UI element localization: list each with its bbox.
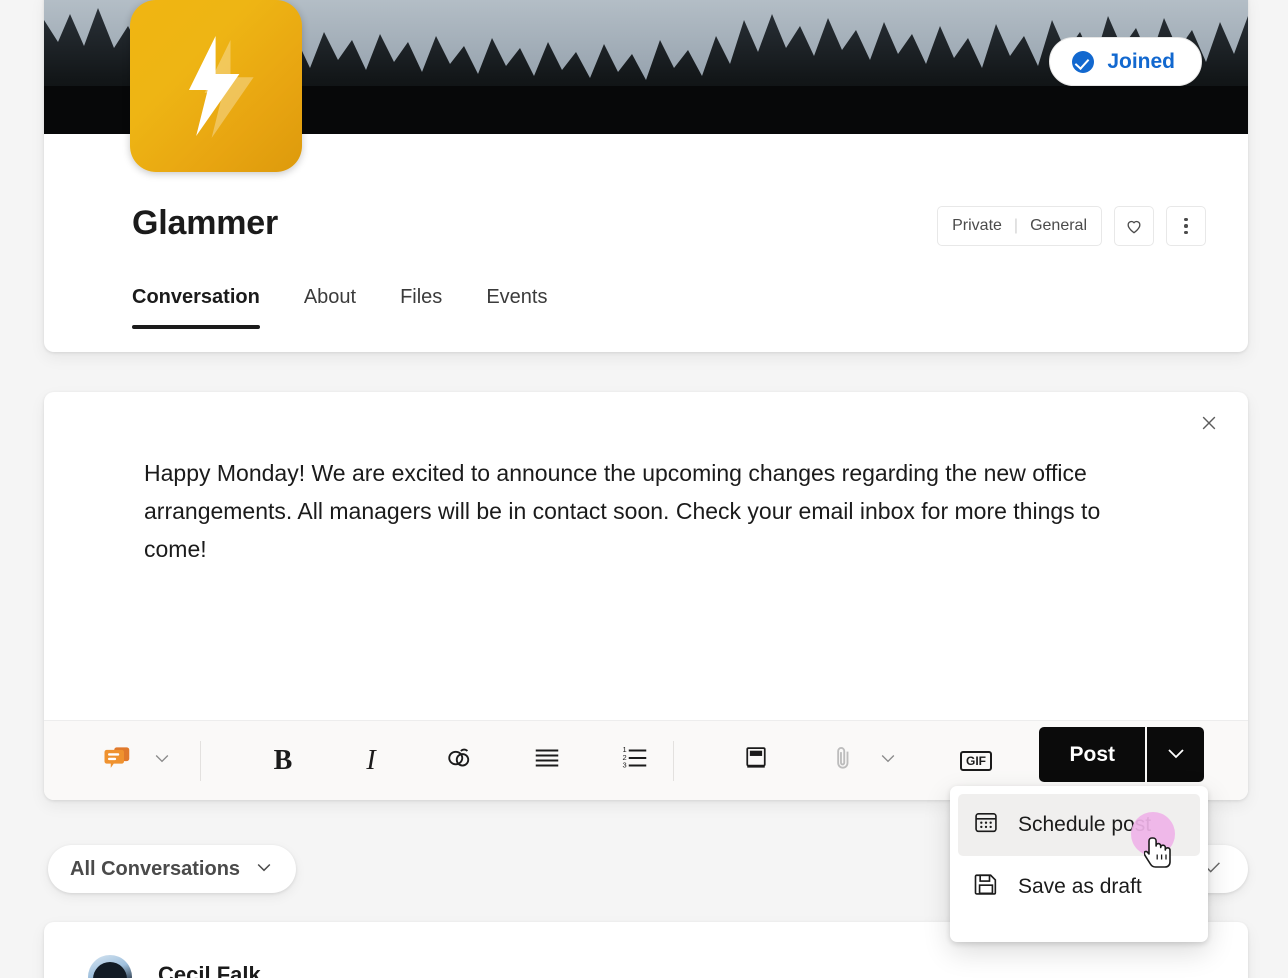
menu-item-label: Schedule post	[1018, 813, 1152, 836]
post-button[interactable]: Post	[1039, 727, 1145, 782]
compose-message-input[interactable]: Happy Monday! We are excited to announce…	[144, 454, 1168, 568]
bulleted-list-button[interactable]	[525, 739, 569, 783]
bold-button[interactable]: B	[261, 739, 305, 783]
gif-button[interactable]: GIF	[954, 739, 998, 783]
article-button[interactable]	[734, 739, 778, 783]
article-icon	[742, 744, 770, 777]
heart-icon	[1124, 216, 1144, 236]
group-avatar	[130, 0, 302, 172]
italic-button[interactable]: I	[349, 739, 393, 783]
toolbar-divider-2	[673, 740, 674, 781]
svg-text:3: 3	[623, 761, 627, 770]
gif-icon: GIF	[960, 750, 992, 771]
post-author-name: Cecil Falk	[158, 962, 261, 978]
link-icon	[444, 743, 474, 778]
bold-icon: B	[273, 744, 293, 776]
chevron-down-icon	[1164, 741, 1188, 768]
close-compose-button[interactable]	[1192, 408, 1226, 442]
post-button-group: Post	[1039, 727, 1204, 782]
announcement-icon-button[interactable]	[96, 739, 140, 783]
pill-separator: |	[1013, 217, 1019, 234]
check-circle-icon	[1072, 50, 1095, 73]
link-button[interactable]	[437, 739, 481, 783]
joined-label: Joined	[1107, 49, 1175, 73]
group-header-card: Joined Glammer Private | General Convers…	[44, 0, 1248, 352]
announcement-dropdown-button[interactable]	[140, 739, 184, 783]
announcement-icon	[103, 743, 133, 778]
calendar-icon	[972, 808, 1000, 842]
category-label: General	[1030, 217, 1087, 234]
group-meta-row: Private | General	[937, 206, 1206, 246]
joined-button[interactable]: Joined	[1049, 37, 1202, 86]
compose-card: Happy Monday! We are excited to announce…	[44, 392, 1248, 800]
chevron-down-icon	[152, 748, 172, 773]
more-vertical-icon	[1184, 217, 1188, 235]
favorite-button[interactable]	[1114, 206, 1154, 246]
menu-item-save-as-draft[interactable]: Save as draft	[958, 856, 1200, 918]
chevron-down-icon	[254, 857, 274, 882]
tab-about[interactable]: About	[304, 286, 356, 329]
bulleted-list-icon	[532, 743, 562, 778]
avatar-hair	[93, 962, 127, 978]
privacy-label: Private	[952, 217, 1002, 234]
tab-files[interactable]: Files	[400, 286, 442, 329]
app-root: Joined Glammer Private | General Convers…	[0, 0, 1288, 978]
toolbar-divider	[200, 740, 201, 781]
page-title: Glammer	[132, 204, 279, 242]
menu-item-schedule-post[interactable]: Schedule post	[958, 794, 1200, 856]
post-options-menu: Schedule post Save as draft	[950, 786, 1208, 942]
more-options-button[interactable]	[1166, 206, 1206, 246]
chevron-down-icon	[878, 748, 898, 773]
attach-icon	[830, 744, 858, 777]
avatar	[88, 955, 132, 978]
attach-dropdown-button[interactable]	[866, 739, 910, 783]
conversation-filter-dropdown[interactable]: All Conversations	[48, 845, 297, 893]
close-icon	[1199, 413, 1219, 438]
tab-events[interactable]: Events	[486, 286, 547, 329]
group-tabs: Conversation About Files Events	[132, 286, 547, 329]
tab-conversation[interactable]: Conversation	[132, 286, 260, 329]
italic-icon: I	[366, 744, 376, 776]
numbered-list-icon: 123	[620, 743, 650, 778]
numbered-list-button[interactable]: 123	[613, 739, 657, 783]
attach-button[interactable]	[822, 739, 866, 783]
save-icon	[972, 870, 1000, 904]
menu-item-label: Save as draft	[1018, 875, 1142, 898]
post-options-button[interactable]	[1147, 727, 1204, 782]
privacy-category-pill[interactable]: Private | General	[937, 206, 1102, 246]
filter-label: All Conversations	[70, 857, 241, 880]
